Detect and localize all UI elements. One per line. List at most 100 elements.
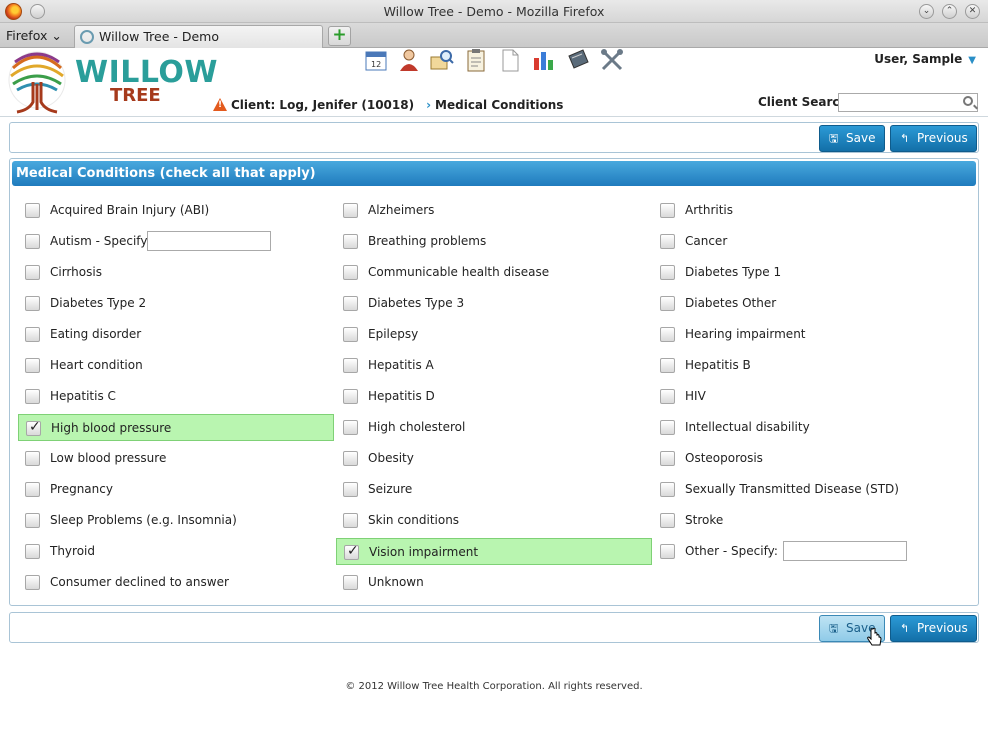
willow-tree-logo[interactable]: WILLOW TREE xyxy=(3,50,218,114)
checkbox[interactable] xyxy=(25,358,40,373)
breadcrumb-client[interactable]: Client: Log, Jenifer (10018) xyxy=(231,98,414,112)
checkbox[interactable] xyxy=(343,451,358,466)
checkbox[interactable] xyxy=(660,513,675,528)
checkbox[interactable] xyxy=(660,296,675,311)
condition-item[interactable]: Acquired Brain Injury (ABI) xyxy=(18,197,334,224)
window-menu-icon[interactable] xyxy=(30,4,45,19)
save-button[interactable]: 🖫 Save xyxy=(819,125,885,152)
condition-item[interactable]: HIV xyxy=(653,383,969,410)
checkbox[interactable] xyxy=(660,420,675,435)
maximize-icon[interactable]: ⌃ xyxy=(942,4,957,19)
clipboard-icon[interactable] xyxy=(464,48,488,72)
chart-icon[interactable] xyxy=(532,48,556,72)
checkbox[interactable] xyxy=(343,265,358,280)
tools-icon[interactable] xyxy=(600,48,624,72)
condition-item[interactable]: Diabetes Other xyxy=(653,290,969,317)
condition-item[interactable]: Obesity xyxy=(336,445,652,472)
condition-item[interactable]: Hepatitis B xyxy=(653,352,969,379)
checkbox[interactable] xyxy=(25,482,40,497)
condition-item[interactable]: Cirrhosis xyxy=(18,259,334,286)
condition-item[interactable]: Hepatitis C xyxy=(18,383,334,410)
checkbox-checked[interactable]: ✓ xyxy=(26,419,41,436)
checkbox[interactable] xyxy=(343,389,358,404)
condition-item[interactable]: Heart condition xyxy=(18,352,334,379)
checkbox-checked[interactable]: ✓ xyxy=(344,543,359,560)
specify-input[interactable] xyxy=(783,541,907,561)
checkbox[interactable] xyxy=(25,451,40,466)
checkbox[interactable] xyxy=(660,389,675,404)
checkbox[interactable] xyxy=(343,296,358,311)
document-icon[interactable] xyxy=(498,48,522,72)
checkbox[interactable] xyxy=(25,575,40,590)
checkbox[interactable] xyxy=(25,389,40,404)
checkbox[interactable] xyxy=(660,234,675,249)
previous-button[interactable]: ↰ Previous xyxy=(890,125,977,152)
condition-item[interactable]: Consumer declined to answer xyxy=(18,569,334,596)
checkbox[interactable] xyxy=(343,482,358,497)
checkbox[interactable] xyxy=(660,482,675,497)
condition-item[interactable]: Autism - Specify: xyxy=(18,228,334,255)
condition-item[interactable]: Diabetes Type 1 xyxy=(653,259,969,286)
checkbox[interactable] xyxy=(343,234,358,249)
condition-item[interactable]: Unknown xyxy=(336,569,652,596)
condition-item[interactable]: Breathing problems xyxy=(336,228,652,255)
checkbox[interactable] xyxy=(343,420,358,435)
condition-item[interactable]: Thyroid xyxy=(18,538,334,565)
previous-button-bottom[interactable]: ↰ Previous xyxy=(890,615,977,642)
checkbox[interactable] xyxy=(343,513,358,528)
user-menu[interactable]: User, Sample ▼ xyxy=(874,52,976,66)
condition-item[interactable]: Communicable health disease xyxy=(336,259,652,286)
condition-item[interactable]: Low blood pressure xyxy=(18,445,334,472)
condition-item[interactable]: Hepatitis D xyxy=(336,383,652,410)
condition-item[interactable]: Stroke xyxy=(653,507,969,534)
condition-item[interactable]: Osteoporosis xyxy=(653,445,969,472)
checkbox[interactable] xyxy=(343,203,358,218)
checkbox[interactable] xyxy=(25,513,40,528)
condition-item[interactable]: Diabetes Type 3 xyxy=(336,290,652,317)
condition-item[interactable]: Epilepsy xyxy=(336,321,652,348)
condition-item[interactable]: Other - Specify: xyxy=(653,538,969,565)
checkbox[interactable] xyxy=(343,358,358,373)
checkbox[interactable] xyxy=(25,296,40,311)
browser-tab[interactable]: Willow Tree - Demo xyxy=(74,25,323,48)
condition-item[interactable]: ✓ High blood pressure xyxy=(18,414,334,441)
checkbox[interactable] xyxy=(660,544,675,559)
minimize-icon[interactable]: ⌄ xyxy=(919,4,934,19)
condition-item[interactable]: Intellectual disability xyxy=(653,414,969,441)
checkbox[interactable] xyxy=(660,265,675,280)
condition-item[interactable]: Pregnancy xyxy=(18,476,334,503)
condition-item[interactable]: ✓ Vision impairment xyxy=(336,538,652,565)
new-tab-button[interactable]: + xyxy=(328,26,351,46)
checkbox[interactable] xyxy=(25,203,40,218)
condition-item[interactable]: Sexually Transmitted Disease (STD) xyxy=(653,476,969,503)
condition-item[interactable]: Alzheimers xyxy=(336,197,652,224)
close-icon[interactable]: ✕ xyxy=(965,4,980,19)
condition-item[interactable]: Sleep Problems (e.g. Insomnia) xyxy=(18,507,334,534)
condition-item[interactable]: Hepatitis A xyxy=(336,352,652,379)
calendar-icon[interactable]: 12 xyxy=(364,48,388,72)
checkbox[interactable] xyxy=(343,575,358,590)
checkbox[interactable] xyxy=(25,327,40,342)
search-icon[interactable] xyxy=(963,96,973,106)
checkbox[interactable] xyxy=(25,265,40,280)
condition-item[interactable]: Eating disorder xyxy=(18,321,334,348)
condition-item[interactable]: Arthritis xyxy=(653,197,969,224)
checkbox[interactable] xyxy=(660,203,675,218)
condition-item[interactable]: Cancer xyxy=(653,228,969,255)
checkbox[interactable] xyxy=(660,451,675,466)
condition-item[interactable]: Skin conditions xyxy=(336,507,652,534)
search-records-icon[interactable] xyxy=(430,48,454,72)
client-icon[interactable] xyxy=(397,48,421,72)
checkbox[interactable] xyxy=(660,358,675,373)
condition-item[interactable]: Seizure xyxy=(336,476,652,503)
checkbox[interactable] xyxy=(343,327,358,342)
condition-item[interactable]: High cholesterol xyxy=(336,414,652,441)
checkbox[interactable] xyxy=(25,234,40,249)
notebook-icon[interactable] xyxy=(566,48,590,72)
firefox-menu-button[interactable]: Firefox ⌄ xyxy=(6,28,62,43)
checkbox[interactable] xyxy=(660,327,675,342)
condition-item[interactable]: Hearing impairment xyxy=(653,321,969,348)
specify-input[interactable] xyxy=(147,231,271,251)
checkbox[interactable] xyxy=(25,544,40,559)
client-search-input[interactable] xyxy=(838,93,978,112)
